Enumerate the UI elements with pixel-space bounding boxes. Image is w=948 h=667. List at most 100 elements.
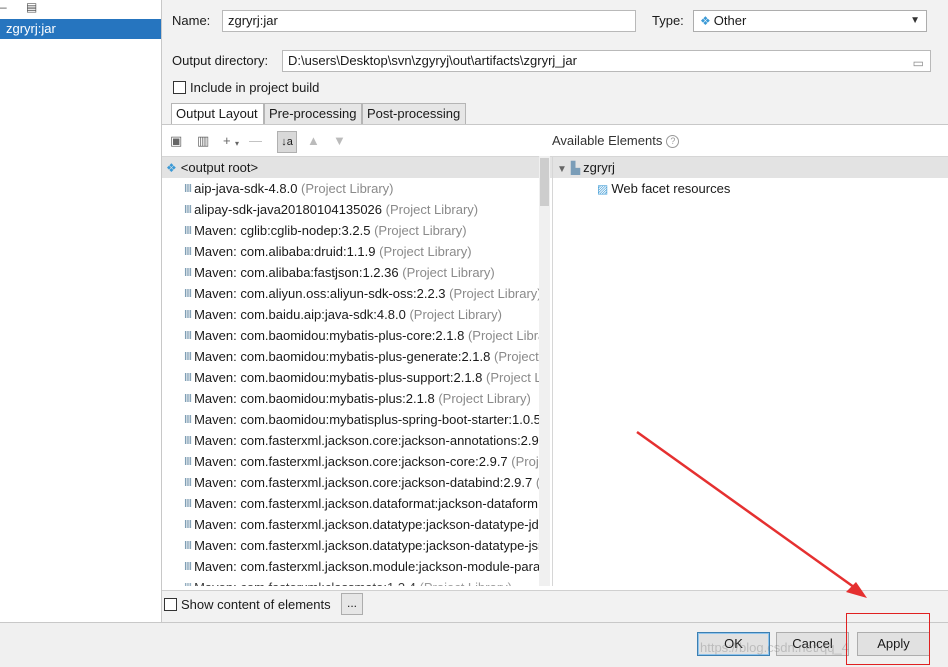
output-dir-value: D:\users\Desktop\svn\zgyryj\out\artifact… <box>288 53 577 68</box>
artifact-label: zgryrj:jar <box>6 21 56 36</box>
name-input[interactable]: zgryrj:jar <box>222 10 636 32</box>
library-icon: ‖‖ <box>184 477 192 490</box>
library-row[interactable]: ‖‖ Maven: com.alibaba:druid:1.1.9 (Projec… <box>162 241 552 262</box>
scrollbar-thumb[interactable] <box>540 158 549 206</box>
library-row[interactable]: ‖‖ Maven: com.fasterxml.jackson.core:jack… <box>162 451 552 472</box>
library-row[interactable]: ‖‖ Maven: cglib:cglib-nodep:3.2.5 (Projec… <box>162 220 552 241</box>
library-name: Maven: com.alibaba:fastjson:1.2.36 <box>194 265 399 280</box>
type-label: Type: <box>652 13 684 28</box>
remove-icon[interactable]: — <box>249 133 262 148</box>
library-tag: (Project Library) <box>301 181 394 196</box>
library-row[interactable]: ‖‖ aip-java-sdk-4.8.0 (Project Library) <box>162 178 552 199</box>
library-row[interactable]: ‖‖ Maven: com.fasterxml.jackson.core:jack… <box>162 472 552 493</box>
library-row[interactable]: ‖‖ Maven: com.alibaba:fastjson:1.2.36 (Pr… <box>162 262 552 283</box>
library-row[interactable]: ‖‖ Maven: com.aliyun.oss:aliyun-sdk-oss:2… <box>162 283 552 304</box>
library-row[interactable]: ‖‖ Maven: com.fasterxml.jackson.core:jack… <box>162 430 552 451</box>
library-row[interactable]: ‖‖ alipay-sdk-java20180104135026 (Project… <box>162 199 552 220</box>
tab-output-layout[interactable]: Output Layout <box>171 103 264 125</box>
library-name: Maven: com.fasterxml.jackson.core:jackso… <box>194 475 533 490</box>
library-name: Maven: com.fasterxml.jackson.core:jackso… <box>194 433 550 448</box>
add-icon[interactable]: + <box>223 133 231 148</box>
add-dropdown-icon[interactable]: ▾ <box>235 139 239 148</box>
output-tree: ❖ <output root> ‖‖ aip-java-sdk-4.8.0 (Pro… <box>162 156 552 586</box>
library-name: Maven: com.baomidou:mybatis-plus-core:2.… <box>194 328 465 343</box>
name-label: Name: <box>172 13 211 28</box>
library-tag: (Project Library) <box>385 202 479 217</box>
watermark: https://blog.csdn.net/qq_4 <box>700 640 849 655</box>
library-row[interactable]: ‖‖ Maven: com.baomidou:mybatis-plus-suppo… <box>162 367 552 388</box>
sort-icon[interactable]: ↓a <box>277 131 297 153</box>
library-icon: ‖‖ <box>184 330 192 343</box>
library-name: Maven: com.baomidou:mybatis-plus-support… <box>194 370 483 385</box>
library-name: Maven: com.fasterxml:classmate:1.3.4 <box>194 580 416 586</box>
library-row[interactable]: ‖‖ Maven: com.fasterxml.jackson.dataforma… <box>162 493 552 514</box>
library-name: Maven: com.alibaba:druid:1.1.9 <box>194 244 376 259</box>
library-icon: ‖‖ <box>184 414 192 427</box>
available-elements-title: Available Elements? <box>552 133 680 149</box>
type-diamond-icon: ❖ <box>700 14 711 28</box>
library-name: aip-java-sdk-4.8.0 <box>194 181 298 196</box>
module-label: zgryrj <box>583 160 615 175</box>
include-label: Include in project build <box>190 80 320 95</box>
library-icon: ‖‖ <box>184 393 192 406</box>
library-row[interactable]: ‖‖ Maven: com.baomidou:mybatis-plus-core:… <box>162 325 552 346</box>
minus-icon[interactable]: – <box>0 0 7 14</box>
output-root-row[interactable]: ❖ <output root> <box>162 157 552 178</box>
tab-post-processing[interactable]: Post-processing <box>362 103 466 125</box>
library-tag: (Project Library) <box>420 580 512 586</box>
library-icon: ‖‖ <box>184 309 192 322</box>
tab-pre-processing[interactable]: Pre-processing <box>264 103 362 125</box>
archive-icon[interactable]: ▥ <box>197 133 209 149</box>
folder-icon[interactable]: ▭ <box>913 53 924 71</box>
move-down-icon[interactable]: ▼ <box>333 133 346 148</box>
library-row[interactable]: ‖‖Maven: com.fasterxml:classmate:1.3.4 (… <box>162 577 552 586</box>
copy-icon[interactable]: ▤ <box>26 0 37 14</box>
library-row[interactable]: ‖‖ Maven: com.baomidou:mybatis-plus-gener… <box>162 346 552 367</box>
highlight-box <box>846 613 930 665</box>
move-up-icon[interactable]: ▲ <box>307 133 320 148</box>
show-content-checkbox[interactable] <box>164 598 177 611</box>
module-row[interactable]: ▼ ▙ zgryrj <box>553 157 948 178</box>
library-tag: (Project Library) <box>438 391 531 406</box>
type-select[interactable]: ❖ Other ▼ <box>693 10 927 32</box>
chevron-down-icon[interactable]: ▼ <box>557 164 567 175</box>
library-icon: ‖‖ <box>184 456 192 469</box>
library-tag: (Project Libra <box>467 328 546 343</box>
library-name: alipay-sdk-java20180104135026 <box>194 202 383 217</box>
library-name: Maven: com.fasterxml.jackson.module:jack… <box>194 559 541 574</box>
library-name: Maven: com.baomidou:mybatis-plus-generat… <box>194 349 491 364</box>
library-icon: ‖‖ <box>184 288 192 301</box>
artifact-item[interactable]: zgryrj:jar <box>0 19 161 39</box>
library-row[interactable]: ‖‖ Maven: com.fasterxml.jackson.module:ja… <box>162 556 552 577</box>
library-icon: ‖‖ <box>184 519 192 532</box>
library-name: Maven: com.baomidou:mybatis-plus:2.1.8 <box>194 391 435 406</box>
library-icon: ‖‖ <box>184 561 192 574</box>
library-tag: (Project Library) <box>449 286 542 301</box>
library-icon: ‖‖ <box>184 225 192 238</box>
output-tree-scrollbar[interactable] <box>539 156 550 586</box>
artifacts-toolbar: – ▤ <box>0 0 161 18</box>
library-icon: ‖‖ <box>184 267 192 280</box>
new-folder-icon[interactable]: ▣ <box>170 133 182 149</box>
library-name: Maven: com.fasterxml.jackson.datatype:ja… <box>194 517 542 532</box>
library-row[interactable]: ‖‖ Maven: com.baomidou:mybatis-plus:2.1.8… <box>162 388 552 409</box>
more-button[interactable]: ... <box>341 593 363 615</box>
library-row[interactable]: ‖‖ Maven: com.baomidou:mybatisplus-spring… <box>162 409 552 430</box>
library-row[interactable]: ‖‖ Maven: com.baidu.aip:java-sdk:4.8.0 (P… <box>162 304 552 325</box>
help-icon[interactable]: ? <box>666 135 680 149</box>
library-name: Maven: com.fasterxml.jackson.dataformat:… <box>194 496 539 511</box>
output-root-label: <output root> <box>180 160 259 175</box>
library-icon: ‖‖ <box>184 435 192 448</box>
library-name: Maven: com.fasterxml.jackson.core:jackso… <box>194 454 508 469</box>
web-facet-row[interactable]: ▨ Web facet resources <box>597 178 730 199</box>
library-name: Maven: com.baomidou:mybatisplus-spring-b… <box>194 412 541 427</box>
library-tag: (Project Library) <box>379 244 472 259</box>
output-dir-input[interactable]: D:\users\Desktop\svn\zgyryj\out\artifact… <box>282 50 931 72</box>
include-checkbox[interactable] <box>173 81 186 94</box>
layout-toolbar: ▣ ▥ + ▾ — ↓a ▲ ▼ <box>162 131 552 153</box>
available-elements-label: Available Elements <box>552 133 663 148</box>
library-icon: ‖‖ <box>184 540 192 553</box>
library-row[interactable]: ‖‖ Maven: com.fasterxml.jackson.datatype:… <box>162 514 552 535</box>
output-dir-label: Output directory: <box>172 53 269 68</box>
library-row[interactable]: ‖‖ Maven: com.fasterxml.jackson.datatype:… <box>162 535 552 556</box>
